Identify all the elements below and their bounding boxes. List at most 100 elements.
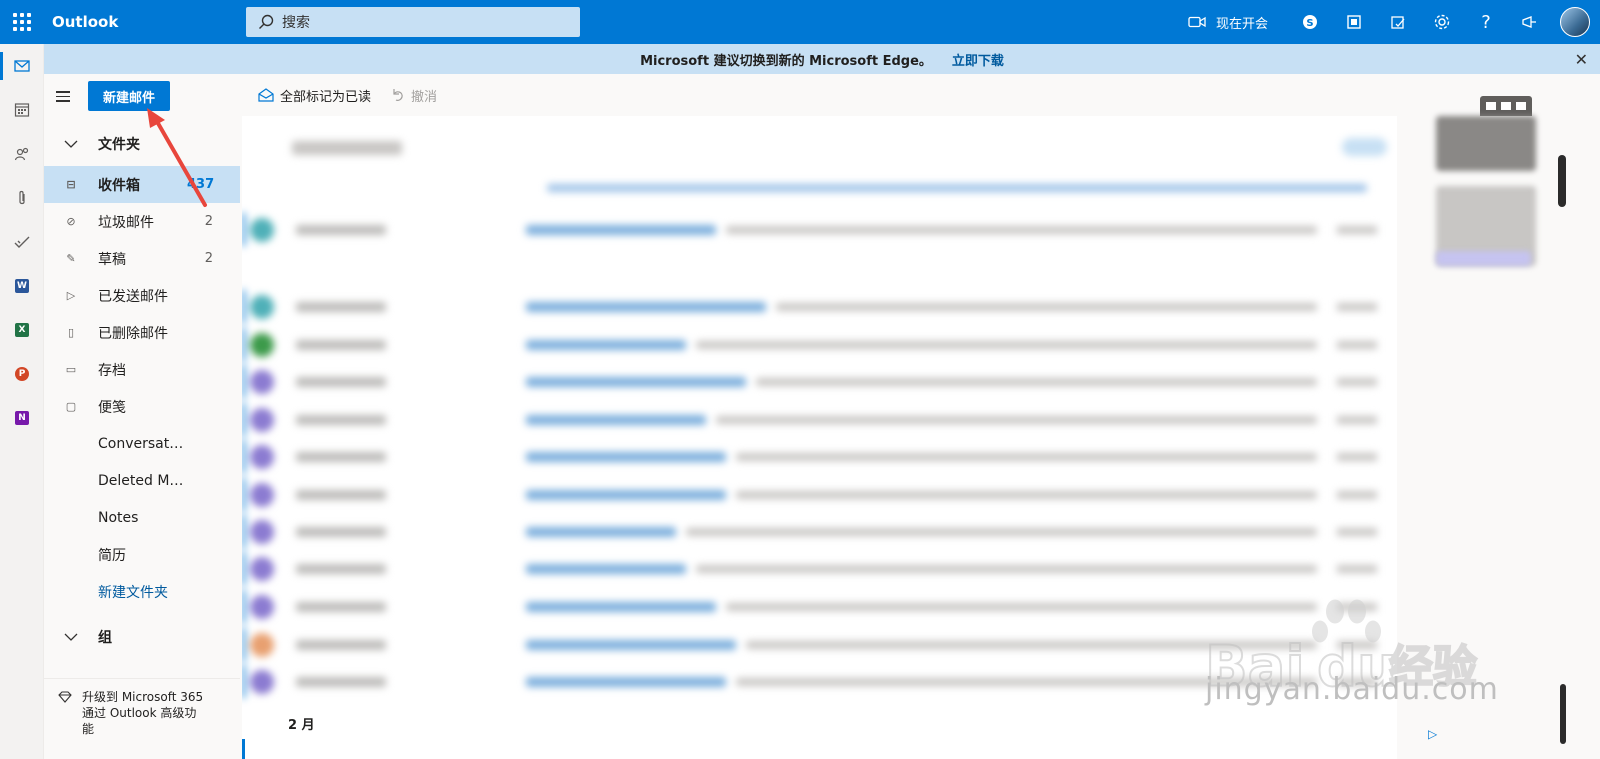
folder-pane: 新建邮件 文件夹 ⊟ 收件箱 437 ⊘ 垃圾邮件 2 ✎ 草稿 2 ▷ 已发送邮件 ▯ 已删除邮件 ▭ 存…: [44, 74, 240, 759]
meet-now-label: 现在开会: [1215, 16, 1268, 32]
folder-item[interactable]: Deleted Messag...: [44, 462, 240, 499]
watermark-url: jingyan.baidu.com: [1205, 672, 1499, 707]
folder-item[interactable]: ⊟ 收件箱 437: [44, 166, 240, 203]
ad-link[interactable]: [1436, 251, 1531, 266]
scrollbar-thumb[interactable]: [1560, 684, 1566, 744]
pencil-icon: ✎: [66, 252, 76, 265]
search-box[interactable]: 搜索: [246, 7, 580, 37]
rail-todo[interactable]: [0, 220, 44, 264]
rail-powerpoint[interactable]: P: [0, 352, 44, 396]
my-day-button[interactable]: [1376, 0, 1420, 44]
upgrade-line-2: 通过 Outlook 高级功: [82, 706, 197, 720]
todo-icon: [14, 236, 30, 248]
rail-mail[interactable]: [0, 44, 44, 88]
folder-count: 2: [204, 251, 213, 266]
folder-name: 新建文件夹: [98, 584, 168, 601]
folder-name: 收件箱: [98, 177, 140, 194]
waffle-icon: [13, 13, 31, 31]
help-button[interactable]: ?: [1464, 0, 1508, 44]
rail-people[interactable]: [0, 132, 44, 176]
folder-item[interactable]: ▢ 便笺: [44, 388, 240, 425]
top-right-actions: 现在开会 S ?: [1188, 0, 1600, 44]
office-icon: [1347, 15, 1361, 29]
chevron-down-icon: [44, 140, 98, 148]
edge-banner: Microsoft 建议切换到新的 Microsoft Edge。 立即下载 ✕: [44, 44, 1600, 74]
ad-toolbar-icon[interactable]: [1480, 96, 1532, 116]
folder-name: 草稿: [98, 251, 126, 268]
folder-name: 已发送邮件: [98, 288, 168, 305]
command-bar: 全部标记为已读 撤消: [240, 74, 1600, 116]
folder-item[interactable]: ▯ 已删除邮件: [44, 314, 240, 351]
folder-name: Conversation Hi...: [98, 435, 187, 452]
rail-excel[interactable]: X: [0, 308, 44, 352]
people-icon: [14, 147, 29, 161]
folder-item[interactable]: Notes: [44, 499, 240, 536]
mark-all-read-label: 全部标记为已读: [280, 89, 372, 105]
svg-text:S: S: [1306, 18, 1313, 29]
banner-download-link[interactable]: 立即下载: [952, 50, 1004, 69]
rail-files[interactable]: [0, 176, 44, 220]
rail-calendar[interactable]: [0, 88, 44, 132]
mark-all-read-button[interactable]: 全部标记为已读: [258, 86, 371, 105]
rail-onenote[interactable]: N: [0, 396, 44, 440]
folder-count: 437: [187, 177, 215, 192]
trash-icon: ▯: [67, 326, 75, 339]
word-icon: W: [15, 279, 29, 293]
onenote-icon: N: [15, 411, 29, 425]
adchoices-icon[interactable]: ▷: [1428, 727, 1437, 741]
undo-button[interactable]: 撤消: [391, 86, 437, 105]
folder-name: 已删除邮件: [98, 325, 168, 342]
office-button[interactable]: [1332, 0, 1376, 44]
mail-icon: [14, 60, 30, 72]
folders-header-label: 文件夹: [98, 137, 140, 153]
question-mark-icon: ?: [1481, 11, 1491, 33]
ad-image[interactable]: [1436, 116, 1536, 171]
new-mail-button[interactable]: 新建邮件: [88, 81, 170, 111]
note-icon: ▢: [65, 400, 77, 413]
upgrade-line-3: 能: [82, 722, 95, 736]
calendar-check-icon: [1391, 16, 1405, 29]
whats-new-button[interactable]: [1508, 0, 1552, 44]
folder-item[interactable]: ▷ 已发送邮件: [44, 277, 240, 314]
folder-item[interactable]: 新建文件夹: [44, 573, 240, 610]
folder-name: 存档: [98, 362, 126, 379]
folder-name: Deleted Messag...: [98, 472, 187, 489]
banner-close-icon[interactable]: ✕: [1575, 50, 1588, 69]
folder-name: 便笺: [98, 399, 126, 416]
folder-item[interactable]: ✎ 草稿 2: [44, 240, 240, 277]
gear-icon: [1434, 14, 1450, 30]
user-avatar[interactable]: [1560, 7, 1590, 37]
scrollbar-thumb[interactable]: [1558, 155, 1566, 207]
search-icon: [259, 14, 274, 29]
folder-item[interactable]: ⊘ 垃圾邮件 2: [44, 203, 240, 240]
settings-button[interactable]: [1420, 0, 1464, 44]
diamond-icon: [58, 691, 72, 703]
folder-name: 垃圾邮件: [98, 214, 154, 231]
skype-icon: S: [1303, 15, 1317, 29]
folder-name: Notes: [98, 509, 139, 526]
folder-item[interactable]: ▭ 存档: [44, 351, 240, 388]
meet-now-button[interactable]: 现在开会: [1188, 13, 1268, 32]
upgrade-promo[interactable]: 升级到 Microsoft 365 通过 Outlook 高级功 能: [44, 678, 240, 759]
hamburger-icon[interactable]: [56, 88, 76, 102]
archive-icon: ▭: [65, 363, 77, 376]
folders-header[interactable]: 文件夹: [44, 126, 240, 162]
video-camera-icon: [1188, 16, 1206, 28]
app-launcher-button[interactable]: [0, 0, 44, 44]
upgrade-line-1: 升级到 Microsoft 365: [82, 690, 204, 704]
send-icon: ▷: [66, 289, 76, 302]
unread-indicator: [242, 739, 245, 759]
rail-word[interactable]: W: [0, 264, 44, 308]
folder-item[interactable]: Conversation Hi...: [44, 425, 240, 462]
chevron-down-icon: [44, 633, 98, 641]
folder-list: ⊟ 收件箱 437 ⊘ 垃圾邮件 2 ✎ 草稿 2 ▷ 已发送邮件 ▯ 已删除邮件 ▭ 存档 ▢ 便笺 Conve…: [44, 166, 240, 610]
folder-item[interactable]: 简历: [44, 536, 240, 573]
skype-button[interactable]: S: [1288, 0, 1332, 44]
undo-label: 撤消: [411, 89, 438, 105]
app-title[interactable]: Outlook: [52, 13, 242, 31]
folder-name: 简历: [98, 547, 126, 564]
groups-header[interactable]: 组: [44, 619, 240, 655]
megaphone-icon: [1522, 16, 1536, 28]
junk-icon: ⊘: [66, 215, 76, 228]
inbox-icon: ⊟: [66, 178, 76, 191]
